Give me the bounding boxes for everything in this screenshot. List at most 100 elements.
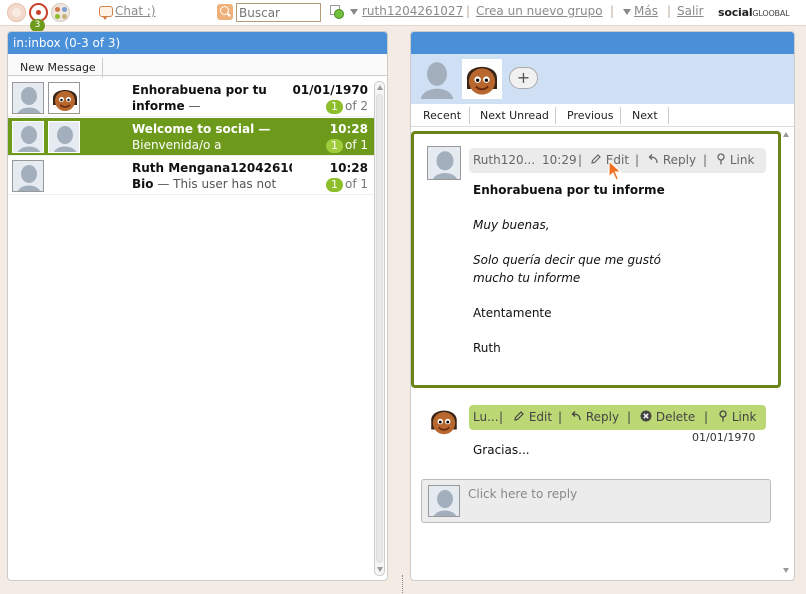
- separator: |: [610, 4, 615, 18]
- presence-status-icon[interactable]: [330, 5, 344, 19]
- search-input[interactable]: [236, 3, 321, 22]
- pin-icon: [719, 410, 727, 422]
- add-participant-button[interactable]: +: [509, 67, 538, 89]
- wave-panel: + Recent Next Unread Previous Next Ruth1…: [410, 31, 795, 581]
- inbox-row[interactable]: Ruth Mengana1204261027 Bio — This user h…: [8, 157, 376, 195]
- row-snippet: Bio — This user has not: [132, 177, 277, 191]
- reply-icon: [571, 411, 581, 421]
- top-bar: 3 Chat ;) ruth1204261027 | Crea un nuevo…: [0, 0, 806, 32]
- avatar: [48, 121, 80, 153]
- row-date: 01/01/1970: [292, 83, 368, 97]
- inbox-row[interactable]: Enhorabuena por tu informe — 01/01/1970 …: [8, 79, 376, 117]
- row-subject: Enhorabuena por tu: [132, 83, 267, 97]
- recent-button[interactable]: Recent: [423, 109, 461, 122]
- more-menu-link[interactable]: Más: [634, 4, 658, 18]
- inbox-scrollbar[interactable]: [374, 81, 385, 576]
- wave-header: [411, 32, 794, 54]
- blip-date: 01/01/1970: [692, 431, 756, 444]
- row-snippet: Bienvenida/o a: [132, 138, 222, 152]
- brand-sub: GLOOBAL: [752, 9, 790, 18]
- blip-focused[interactable]: Ruth120... 10:29 | Edit | Reply | Link E…: [411, 131, 781, 388]
- avatar: [48, 82, 80, 114]
- logout-link[interactable]: Salir: [677, 4, 704, 18]
- wave-nav: Recent Next Unread Previous Next: [411, 105, 794, 127]
- blip-subject: Enhorabuena por tu informe: [473, 183, 665, 197]
- inbox-row[interactable]: Welcome to social — Bienvenida/o a 10:28…: [8, 118, 376, 156]
- blip-line: mucho tu informe: [473, 271, 581, 285]
- delete-button[interactable]: Delete: [640, 410, 695, 424]
- divider: [469, 107, 470, 124]
- divider: [620, 107, 621, 124]
- participant-avatar[interactable]: [461, 59, 503, 99]
- brand-name: social: [718, 6, 753, 19]
- inbox-panel: in:inbox (0-3 of 3) New Message Enhorabu…: [7, 31, 388, 581]
- inbox-title: in:inbox (0-3 of 3): [8, 32, 387, 54]
- scroll-down-icon[interactable]: [377, 567, 383, 572]
- separator: |: [466, 4, 471, 18]
- apps-icon[interactable]: [51, 3, 70, 22]
- search-icon[interactable]: [217, 4, 233, 20]
- reply-icon: [648, 154, 658, 164]
- wave-scrollbar[interactable]: [781, 129, 792, 576]
- row-subject: Welcome to social —: [132, 122, 271, 136]
- author-avatar: [427, 404, 461, 438]
- separator: |: [499, 410, 504, 424]
- scroll-up-icon[interactable]: [783, 132, 789, 137]
- new-message-button[interactable]: New Message: [14, 58, 103, 78]
- blip-line: Atentamente: [473, 306, 552, 320]
- previous-button[interactable]: Previous: [567, 109, 614, 122]
- chevron-down-icon[interactable]: [623, 9, 631, 15]
- edit-button[interactable]: Edit: [513, 410, 552, 424]
- reply-button[interactable]: Reply: [647, 153, 696, 167]
- avatar: [12, 160, 44, 192]
- blip-toolbar: Lu... | Edit | Reply | Delete | Link: [469, 405, 766, 430]
- link-button[interactable]: Link: [716, 153, 754, 167]
- divider: [668, 107, 669, 124]
- chat-link[interactable]: Chat ;): [115, 4, 156, 18]
- row-count: 1 of 2: [325, 99, 368, 114]
- row-count: 1 of 1: [325, 138, 368, 153]
- divider: [555, 107, 556, 124]
- scroll-down-icon[interactable]: [783, 568, 789, 573]
- separator: |: [578, 153, 583, 167]
- next-unread-button[interactable]: Next Unread: [480, 109, 549, 122]
- unread-badge: 1: [325, 139, 343, 153]
- scroll-up-icon[interactable]: [377, 85, 383, 90]
- link-button[interactable]: Link: [718, 410, 756, 424]
- blip-content[interactable]: Enhorabuena por tu informe Muy buenas, S…: [473, 181, 665, 357]
- separator: |: [703, 153, 708, 167]
- separator: |: [667, 4, 672, 18]
- user-profile-link[interactable]: ruth1204261027: [362, 4, 463, 18]
- reply-placeholder: Click here to reply: [468, 487, 578, 501]
- avatar: [428, 485, 460, 517]
- next-button[interactable]: Next: [632, 109, 658, 122]
- brand-logo: socialGLOOBAL: [718, 6, 790, 19]
- blip-line: Ruth: [473, 341, 501, 355]
- separator: |: [635, 153, 640, 167]
- participant-avatar[interactable]: [417, 59, 457, 99]
- row-date: 10:28: [329, 122, 368, 136]
- row-snippet: informe —: [132, 99, 201, 113]
- blip-content[interactable]: Gracias...: [473, 441, 530, 459]
- create-group-link[interactable]: Crea un nuevo grupo: [476, 4, 603, 18]
- avatar: [12, 82, 44, 114]
- blip-line: Muy buenas,: [473, 218, 550, 232]
- pin-icon: [717, 153, 725, 165]
- scrollbar-thumb[interactable]: [376, 94, 383, 563]
- chevron-down-icon[interactable]: [350, 9, 358, 15]
- reply-input[interactable]: Click here to reply: [421, 479, 771, 523]
- panel-resize-handle[interactable]: [402, 575, 404, 593]
- row-date: 10:28: [329, 161, 368, 175]
- separator: |: [627, 410, 632, 424]
- home-icon[interactable]: [7, 3, 26, 22]
- blip-time: 10:29: [542, 153, 577, 167]
- row-count: 1 of 1: [325, 177, 368, 192]
- chat-icon[interactable]: [99, 6, 113, 20]
- pencil-icon: [591, 154, 601, 164]
- author-name: Lu...: [473, 410, 499, 424]
- author-name: Ruth120...: [473, 153, 536, 167]
- participants-bar: +: [411, 54, 794, 104]
- reply-button[interactable]: Reply: [570, 410, 619, 424]
- unread-badge: 1: [325, 100, 343, 114]
- unread-badge: 1: [325, 178, 343, 192]
